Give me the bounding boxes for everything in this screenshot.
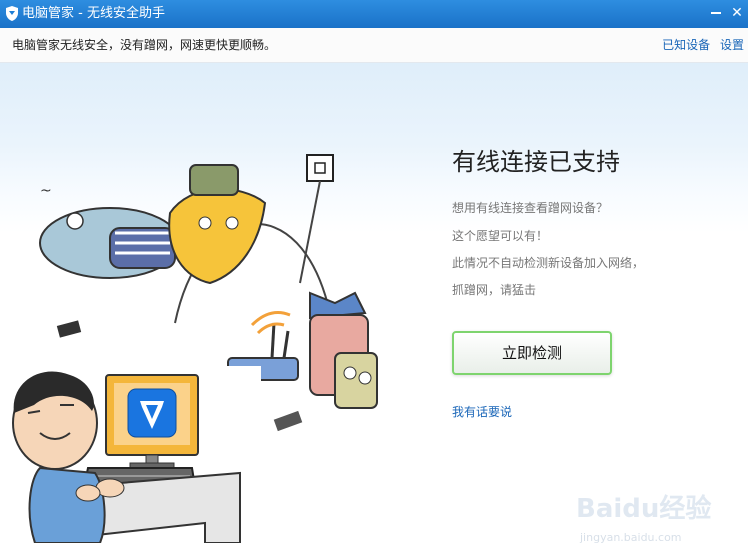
scan-now-button[interactable]: 立即检测	[452, 331, 612, 375]
cat-character	[168, 164, 267, 285]
notice-bar: 电脑管家无线安全，没有蹭网，网速更快更顺畅。 已知设备 设置	[0, 28, 748, 63]
box-character	[309, 291, 378, 409]
main-panel: ~ 有线连接已支持 想用有线连接查看蹭网设备？ 这个愿望可以有！ 此情况不自动检…	[0, 63, 748, 544]
description-line: 此情况不自动检测新设备加入网络，	[452, 256, 645, 270]
watermark-brand: Baidu经验	[576, 493, 711, 524]
description-line: 想用有线连接查看蹭网设备？	[452, 201, 609, 215]
shield-logo-icon	[6, 6, 18, 21]
phone-icon	[56, 320, 82, 338]
window-subtitle: 无线安全助手	[86, 6, 165, 21]
description-line: 抓蹭网，请猛击	[452, 283, 537, 297]
known-devices-link[interactable]: 已知设备	[662, 38, 710, 52]
wall-socket-icon	[299, 154, 334, 284]
settings-link[interactable]: 设置	[720, 38, 744, 52]
minimize-icon[interactable]	[707, 2, 725, 24]
page-title: 有线连接已支持	[452, 148, 620, 176]
watermark-url: jingyan.baidu.com	[579, 531, 682, 544]
phone-2-icon	[273, 410, 303, 432]
feedback-link[interactable]: 我有话要说	[452, 404, 512, 420]
title-bar: 电脑管家 - 无线安全助手 ✕	[0, 0, 748, 28]
title-separator: -	[74, 6, 87, 21]
sleeping-character: ~	[39, 183, 181, 279]
baidu-jingyan-watermark: Baidu经验 jingyan.baidu.com	[576, 493, 711, 544]
description-line: 这个愿望可以有！	[452, 229, 549, 243]
wired-network-illustration: ~	[12, 154, 378, 543]
notice-links: 已知设备 设置	[656, 37, 744, 53]
app-name: 电脑管家	[22, 6, 75, 21]
close-icon[interactable]: ✕	[728, 2, 746, 24]
notice-message: 电脑管家无线安全，没有蹭网，网速更快更顺畅。	[12, 38, 277, 52]
monitor-icon	[105, 374, 199, 470]
window-title: 电脑管家 - 无线安全助手	[22, 5, 165, 23]
svg-text:~: ~	[40, 183, 52, 199]
